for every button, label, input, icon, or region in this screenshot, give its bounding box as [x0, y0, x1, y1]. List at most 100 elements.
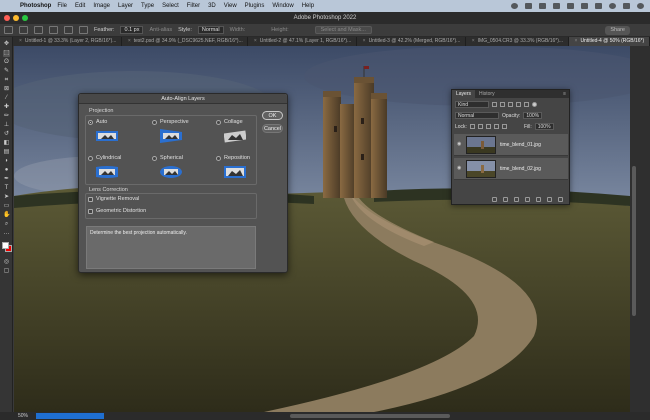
- zoom-window-button[interactable]: [22, 15, 28, 21]
- pen-tool-icon[interactable]: ✒: [3, 176, 10, 183]
- wifi-icon[interactable]: [595, 3, 602, 9]
- lock-artboard-icon[interactable]: [493, 124, 499, 129]
- visibility-eye-icon[interactable]: ◉: [457, 166, 462, 171]
- vignette-removal-checkbox[interactable]: [88, 197, 93, 202]
- link-layers-icon[interactable]: [492, 197, 497, 202]
- spherical-radio[interactable]: [152, 156, 157, 161]
- smart-object-filter-icon[interactable]: [524, 102, 529, 107]
- pixel-filter-icon[interactable]: [492, 102, 497, 107]
- dodge-tool-icon[interactable]: ●: [3, 167, 10, 174]
- menu-app-name[interactable]: Photoshop: [20, 3, 51, 9]
- zoom-tool-icon[interactable]: ⌕: [3, 221, 10, 228]
- history-brush-icon[interactable]: ↺: [3, 131, 10, 138]
- vertical-scroll-thumb[interactable]: [632, 166, 636, 316]
- add-mask-icon[interactable]: [514, 197, 519, 202]
- share-button[interactable]: Share: [605, 26, 630, 35]
- vertical-scrollbar[interactable]: [630, 46, 650, 412]
- new-selection-icon[interactable]: [34, 26, 43, 34]
- cloud-icon[interactable]: [525, 3, 532, 9]
- more-tools-icon[interactable]: …: [3, 230, 10, 237]
- tab-layers[interactable]: Layers: [452, 90, 476, 98]
- projection-collage-option[interactable]: Collage: [216, 119, 258, 154]
- collage-radio[interactable]: [216, 120, 221, 125]
- lock-position-icon[interactable]: [485, 124, 491, 129]
- display-icon[interactable]: [553, 3, 560, 9]
- zoom-level[interactable]: 50%: [18, 412, 28, 420]
- menu-3d[interactable]: 3D: [208, 3, 216, 9]
- menu-view[interactable]: View: [224, 3, 237, 9]
- menu-edit[interactable]: Edit: [75, 3, 85, 9]
- projection-spherical-option[interactable]: Spherical: [152, 155, 194, 190]
- dropbox-icon[interactable]: [539, 3, 546, 9]
- cancel-button[interactable]: Cancel: [262, 124, 283, 133]
- filter-toggle-icon[interactable]: [532, 102, 537, 107]
- clone-stamp-icon[interactable]: ⊥: [3, 122, 10, 129]
- perspective-radio[interactable]: [152, 120, 157, 125]
- layer-name[interactable]: time_blend_02.jpg: [500, 166, 541, 172]
- brush-tool-icon[interactable]: ✏: [3, 113, 10, 120]
- menu-filter[interactable]: Filter: [187, 3, 200, 9]
- quick-mask-icon[interactable]: ◎: [3, 259, 10, 266]
- crop-tool-icon[interactable]: ⌗: [3, 77, 10, 84]
- home-icon[interactable]: [4, 26, 13, 34]
- control-center-icon[interactable]: [623, 3, 630, 9]
- tab-untitled-3[interactable]: × Untitled-3 @ 42.2% (Merged, RGB/16*)...: [357, 37, 466, 46]
- gradient-tool-icon[interactable]: ▤: [3, 149, 10, 156]
- projection-perspective-option[interactable]: Perspective: [152, 119, 194, 154]
- type-filter-icon[interactable]: [508, 102, 513, 107]
- geometric-distortion-checkbox[interactable]: [88, 209, 93, 214]
- lock-all-icon[interactable]: [501, 124, 507, 129]
- layer-row[interactable]: ◉ time_blend_02.jpg: [454, 158, 568, 180]
- close-tab-icon[interactable]: ×: [575, 38, 578, 44]
- blend-mode-select[interactable]: Normal: [455, 112, 499, 119]
- opacity-input[interactable]: 100%: [523, 112, 543, 119]
- menu-layer[interactable]: Layer: [118, 3, 133, 9]
- healing-brush-icon[interactable]: ✚: [3, 104, 10, 111]
- search-icon[interactable]: [609, 3, 616, 9]
- tab-test2[interactable]: × test2.psd @ 34.9% (_DSC9625.NEF, RGB/16…: [122, 37, 248, 46]
- menu-file[interactable]: File: [57, 3, 67, 9]
- subtract-selection-icon[interactable]: [64, 26, 73, 34]
- tab-history[interactable]: History: [475, 90, 499, 98]
- marquee-tool-icon[interactable]: ⬚: [3, 50, 10, 57]
- close-tab-icon[interactable]: ×: [472, 38, 475, 44]
- close-tab-icon[interactable]: ×: [19, 38, 22, 44]
- antialias-checkbox[interactable]: Anti-alias: [149, 27, 172, 33]
- menu-help[interactable]: Help: [302, 3, 314, 9]
- quick-select-tool-icon[interactable]: ✎: [3, 68, 10, 75]
- eyedropper-tool-icon[interactable]: ⁄: [3, 95, 10, 102]
- location-icon[interactable]: [511, 3, 518, 9]
- frame-tool-icon[interactable]: ⊠: [3, 86, 10, 93]
- fill-input[interactable]: 100%: [534, 123, 554, 130]
- battery-icon[interactable]: [581, 3, 588, 9]
- kind-filter-select[interactable]: Kind: [455, 101, 489, 108]
- lasso-tool-icon[interactable]: ʘ: [3, 59, 10, 66]
- menu-image[interactable]: Image: [93, 3, 110, 9]
- layer-name[interactable]: time_blend_01.jpg: [500, 142, 541, 148]
- auto-radio[interactable]: [88, 120, 93, 125]
- tab-untitled-4[interactable]: × Untitled-4 @ 50% (RGB/16*): [568, 37, 650, 46]
- screen-mode-icon[interactable]: ▢: [3, 268, 10, 275]
- menu-type[interactable]: Type: [141, 3, 154, 9]
- style-select[interactable]: Normal: [197, 26, 224, 34]
- shape-tool-icon[interactable]: ▭: [3, 203, 10, 210]
- adjustment-filter-icon[interactable]: [500, 102, 505, 107]
- type-tool-icon[interactable]: T: [3, 185, 10, 192]
- siri-icon[interactable]: [637, 3, 644, 9]
- select-and-mask-button[interactable]: Select and Mask...: [314, 26, 372, 34]
- projection-auto-option[interactable]: Auto: [88, 119, 130, 154]
- path-selection-icon[interactable]: ➤: [3, 194, 10, 201]
- visibility-eye-icon[interactable]: ◉: [457, 142, 462, 147]
- delete-layer-icon[interactable]: [558, 197, 563, 202]
- layer-row[interactable]: ◉ time_blend_01.jpg: [454, 134, 568, 156]
- bluetooth-icon[interactable]: [567, 3, 574, 9]
- tab-untitled-2[interactable]: × Untitled-2 @ 47.1% (Layer 1, RGB/16*)..…: [248, 37, 357, 46]
- feather-input[interactable]: 0.1 px: [120, 26, 144, 34]
- horizontal-scroll-thumb[interactable]: [290, 414, 450, 418]
- eraser-tool-icon[interactable]: ◧: [3, 140, 10, 147]
- menu-select[interactable]: Select: [162, 3, 179, 9]
- tab-img-0504[interactable]: × IMG_0504.CR3 @ 33.3% (RGB/16*)...: [466, 37, 569, 46]
- lock-pixels-icon[interactable]: [477, 124, 483, 129]
- marquee-tool-icon[interactable]: [19, 26, 28, 34]
- minimize-window-button[interactable]: [13, 15, 19, 21]
